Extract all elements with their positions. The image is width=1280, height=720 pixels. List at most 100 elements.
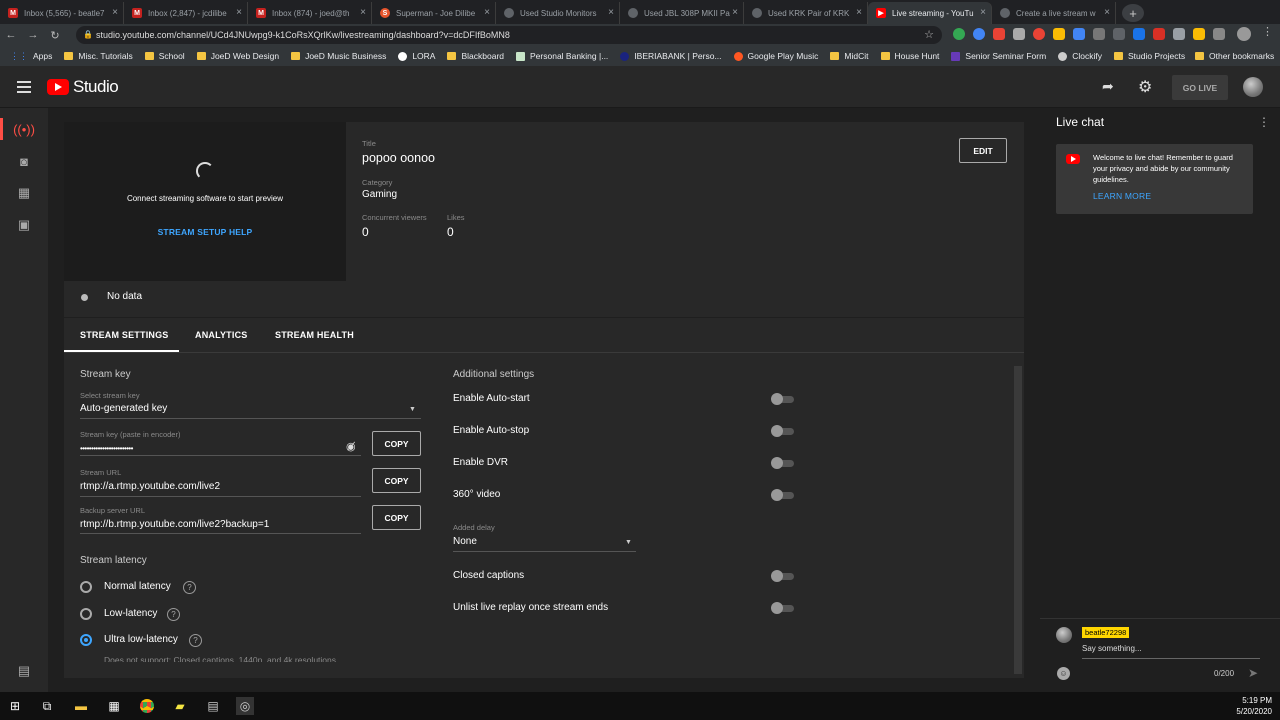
- chat-message-input[interactable]: Say something...: [1082, 644, 1142, 653]
- chrome-icon[interactable]: [138, 697, 156, 715]
- close-tab-icon[interactable]: ×: [236, 7, 242, 18]
- task-view-icon[interactable]: ⧉: [38, 697, 56, 715]
- extension-icon[interactable]: [1153, 28, 1165, 40]
- tab-stream-settings[interactable]: STREAM SETTINGS: [80, 330, 169, 340]
- store-icon[interactable]: ▦: [105, 697, 123, 715]
- ultra-low-latency-label[interactable]: Ultra low-latency: [104, 634, 178, 645]
- close-tab-icon[interactable]: ×: [484, 7, 490, 18]
- stream-url-field[interactable]: rtmp://a.rtmp.youtube.com/live2: [80, 481, 220, 492]
- close-tab-icon[interactable]: ×: [856, 7, 862, 18]
- bookmark-item[interactable]: IBERIABANK | Perso...: [620, 51, 722, 61]
- bookmark-apps[interactable]: ⋮⋮ Apps: [10, 51, 52, 62]
- bookmark-item[interactable]: JoeD Music Business: [291, 51, 386, 61]
- bookmark-star-icon[interactable]: ☆: [924, 28, 934, 41]
- learn-more-link[interactable]: LEARN MORE: [1093, 191, 1151, 201]
- youtube-logo-icon[interactable]: [47, 79, 69, 95]
- auto-start-toggle[interactable]: [771, 393, 795, 405]
- browser-tab[interactable]: Create a live stream w ×: [992, 2, 1116, 24]
- back-icon[interactable]: ←: [0, 29, 22, 41]
- close-tab-icon[interactable]: ×: [1104, 7, 1110, 18]
- browser-tab[interactable]: M Inbox (5,565) - beatle7 ×: [0, 2, 124, 24]
- other-bookmarks[interactable]: Other bookmarks: [1195, 51, 1274, 61]
- browser-tab[interactable]: S Superman - Joe Dilibe ×: [372, 2, 496, 24]
- help-icon[interactable]: ?: [167, 608, 180, 621]
- bookmark-item[interactable]: House Hunt: [880, 51, 939, 61]
- bookmark-item[interactable]: Personal Banking |...: [516, 51, 608, 61]
- browser-tab-active[interactable]: ▶ Live streaming - YouTu ×: [868, 2, 992, 24]
- 360-video-toggle[interactable]: [771, 489, 795, 501]
- emoji-icon[interactable]: ☺: [1057, 667, 1070, 680]
- extension-icon[interactable]: [1133, 28, 1145, 40]
- close-tab-icon[interactable]: ×: [980, 7, 986, 18]
- gear-icon[interactable]: ⚙: [1138, 77, 1152, 97]
- bookmark-item[interactable]: Studio Projects: [1113, 51, 1185, 61]
- bookmark-item[interactable]: Senior Seminar Form: [951, 51, 1046, 61]
- radio-low-latency[interactable]: [80, 608, 92, 620]
- dropdown-arrow-icon[interactable]: ▼: [625, 539, 632, 546]
- help-icon[interactable]: ?: [183, 581, 196, 594]
- sticky-notes-icon[interactable]: ▰: [171, 697, 189, 715]
- chrome-menu-icon[interactable]: ⋮: [1262, 25, 1273, 38]
- bookmark-item[interactable]: Misc. Tutorials: [64, 51, 133, 61]
- browser-tab[interactable]: Used JBL 308P MKII Pa ×: [620, 2, 744, 24]
- content-manage-icon[interactable]: ▣: [13, 214, 35, 236]
- camera-icon[interactable]: ◙: [13, 150, 35, 172]
- bookmark-item[interactable]: LORA: [398, 51, 435, 61]
- bookmark-item[interactable]: Clockify: [1058, 51, 1102, 61]
- auto-stop-toggle[interactable]: [771, 425, 795, 437]
- app-icon[interactable]: ▤: [204, 697, 222, 715]
- extension-icon[interactable]: [1053, 28, 1065, 40]
- radio-ultra-low-latency[interactable]: [80, 634, 92, 646]
- hamburger-menu-icon[interactable]: [17, 81, 31, 93]
- unlist-replay-toggle[interactable]: [771, 602, 795, 614]
- edit-button[interactable]: EDIT: [959, 138, 1007, 163]
- bookmark-item[interactable]: JoeD Web Design: [196, 51, 279, 61]
- low-latency-label[interactable]: Low-latency: [104, 608, 157, 619]
- dropdown-arrow-icon[interactable]: ▼: [409, 406, 416, 413]
- live-stream-icon[interactable]: ((•)): [13, 118, 35, 140]
- reload-icon[interactable]: ↻: [44, 29, 66, 42]
- extension-icon[interactable]: [1113, 28, 1125, 40]
- send-icon[interactable]: ➤: [1248, 666, 1258, 680]
- calendar-icon[interactable]: ▦: [13, 182, 35, 204]
- bookmark-item[interactable]: School: [144, 51, 185, 61]
- stream-setup-help-link[interactable]: STREAM SETUP HELP: [64, 227, 346, 237]
- close-tab-icon[interactable]: ×: [732, 7, 738, 18]
- close-tab-icon[interactable]: ×: [360, 7, 366, 18]
- file-explorer-icon[interactable]: ▬: [72, 697, 90, 715]
- copy-backup-url-button[interactable]: COPY: [372, 505, 421, 530]
- extension-icon[interactable]: [1193, 28, 1205, 40]
- extension-icon[interactable]: [1073, 28, 1085, 40]
- extension-icon[interactable]: [1013, 28, 1025, 40]
- tab-analytics[interactable]: ANALYTICS: [195, 330, 247, 340]
- stream-key-select[interactable]: Auto-generated key: [80, 403, 167, 414]
- added-delay-select[interactable]: None: [453, 536, 477, 547]
- stream-key-field[interactable]: ••••••••••••••••••••••••: [80, 444, 133, 453]
- dvr-toggle[interactable]: [771, 457, 795, 469]
- extension-icon[interactable]: [993, 28, 1005, 40]
- go-live-button[interactable]: GO LIVE: [1172, 75, 1228, 100]
- browser-tab[interactable]: Used KRK Pair of KRK ×: [744, 2, 868, 24]
- avatar[interactable]: [1243, 77, 1263, 97]
- extension-icon[interactable]: [1213, 28, 1225, 40]
- feedback-icon[interactable]: ▤: [13, 660, 35, 682]
- extension-icon[interactable]: [1093, 28, 1105, 40]
- visibility-off-icon[interactable]: ◉̸: [346, 440, 356, 453]
- studio-brand[interactable]: Studio: [73, 77, 119, 97]
- address-bar[interactable]: 🔒 studio.youtube.com/channel/UCd4JNUwpg9…: [76, 26, 942, 44]
- more-options-icon[interactable]: ⋮: [1258, 115, 1270, 129]
- scrollbar[interactable]: [1014, 366, 1022, 674]
- system-clock[interactable]: 5:19 PM 5/20/2020: [1236, 695, 1272, 717]
- share-icon[interactable]: ➦: [1102, 78, 1114, 95]
- closed-captions-toggle[interactable]: [771, 570, 795, 582]
- bookmark-item[interactable]: Google Play Music: [733, 51, 818, 61]
- bookmark-item[interactable]: Blackboard: [447, 51, 504, 61]
- close-tab-icon[interactable]: ×: [608, 7, 614, 18]
- windows-start-icon[interactable]: ⊞: [6, 697, 24, 715]
- extension-icon[interactable]: [1033, 28, 1045, 40]
- extension-icon[interactable]: [1173, 28, 1185, 40]
- browser-tab[interactable]: M Inbox (2,847) - jcdilibe ×: [124, 2, 248, 24]
- copy-stream-key-button[interactable]: COPY: [372, 431, 421, 456]
- browser-tab[interactable]: Used Studio Monitors ×: [496, 2, 620, 24]
- app-icon[interactable]: ◎: [236, 697, 254, 715]
